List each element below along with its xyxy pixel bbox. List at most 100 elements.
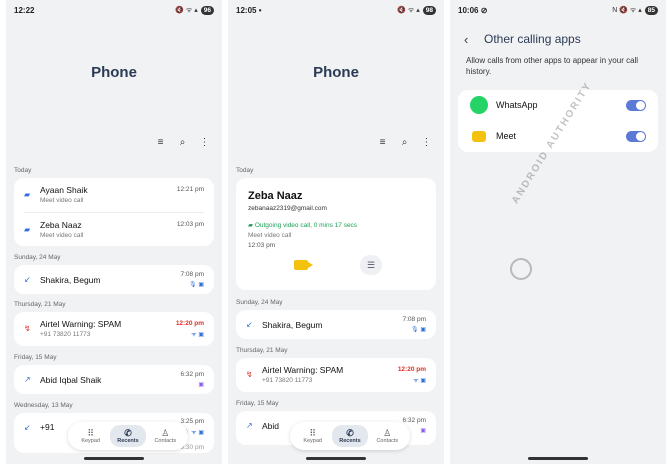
nav-label: Contacts (154, 438, 177, 444)
status-icons: 🔇 ᯤ ▴ 96 (175, 6, 214, 15)
app-name: WhatsApp (496, 100, 538, 110)
status-bar: 12:05 • 🔇 ᯤ ▴ 98 (236, 6, 436, 18)
call-time: 12:21 pm (176, 186, 204, 193)
watermark-logo-icon (510, 258, 532, 280)
call-card: ↙ Shakira, Begum 7:08 pm 🎙 ▣ (14, 265, 214, 294)
call-time: 6:32 pm (180, 371, 205, 378)
sync-icon: ⊘ (480, 6, 488, 15)
incoming-call-icon: ↙ (246, 320, 253, 329)
search-icon[interactable]: ⌕ (177, 137, 188, 148)
nav-recents[interactable]: ✆ Recents (109, 425, 146, 447)
contact-name: Zeba Naaz (248, 190, 303, 202)
contacts-icon: ♙ (161, 428, 170, 438)
call-card: ↯ Airtel Warning: SPAM +91 73820 11773 1… (236, 358, 436, 392)
battery-badge: 85 (644, 6, 658, 15)
call-row[interactable]: ▰ Ayaan Shaik Meet video call 12:21 pm (14, 178, 214, 212)
nav-contacts[interactable]: ♙ Contacts (147, 425, 183, 447)
more-options-icon[interactable]: ⋮ (421, 137, 432, 148)
filter-icon[interactable]: ≡ (377, 137, 388, 148)
status-icons: 🔇 ᯤ ▴ 98 (397, 6, 436, 15)
meet-toggle[interactable] (626, 131, 646, 142)
caller-name: Airtel Warning: SPAM (40, 319, 122, 329)
outgoing-call-icon: ↗ (24, 375, 31, 384)
video-call-icon: ▰ (24, 225, 31, 234)
bottom-nav: ⠿ Keypad ✆ Recents ♙ Contacts (68, 422, 188, 450)
caller-name: Airtel Warning: SPAM (262, 365, 344, 375)
whatsapp-toggle[interactable] (626, 100, 646, 111)
status-time: 12:22 (14, 6, 35, 15)
contact-email: zebanaaz2319@gmail.com (248, 205, 327, 212)
call-detail-icons: 🎙 ▣ (411, 327, 426, 333)
meet-logo-icon (472, 131, 486, 142)
filter-icon[interactable]: ≡ (155, 137, 166, 148)
caller-name: Shakira, Begum (40, 275, 101, 285)
toolbar: ≡ ⌕ ⋮ (155, 137, 210, 148)
status-icons: N 🔇 ᯤ ▴ 85 (612, 6, 658, 15)
call-row[interactable]: ▰ Zeba Naaz Meet video call 12:03 pm (14, 213, 214, 247)
nav-label: Contacts (376, 438, 399, 444)
nav-keypad[interactable]: ⠿ Keypad (73, 425, 109, 447)
home-indicator[interactable] (306, 457, 366, 460)
call-detail-icons: ᯤ ▣ (413, 378, 426, 384)
section-header-sunday: Sunday, 24 May (14, 254, 61, 261)
toolbar: ≡ ⌕ ⋮ (377, 137, 432, 148)
section-header-friday: Friday, 15 May (14, 354, 57, 361)
nav-label: Recents (339, 438, 361, 444)
outgoing-video-icon: ▰ (248, 222, 255, 229)
call-detail-icons: ▣ (420, 428, 426, 434)
caller-name: Shakira, Begum (262, 320, 323, 330)
app-row-whatsapp[interactable]: WhatsApp (458, 90, 658, 121)
back-arrow-icon[interactable]: ‹ (464, 32, 468, 47)
call-type: Meet video call (40, 232, 84, 239)
call-row[interactable]: ↙ Shakira, Begum 7:08 pm 🎙 ▣ (14, 265, 214, 294)
whatsapp-logo-icon (470, 96, 488, 114)
nav-recents[interactable]: ✆ Recents (331, 425, 368, 447)
status-time: 10:06 ⊘ (458, 6, 488, 15)
call-type: Meet video call (40, 197, 84, 204)
call-row[interactable]: ↯ Airtel Warning: SPAM +91 73820 11773 1… (236, 358, 436, 392)
call-row[interactable]: ↙ Shakira, Begum 7:08 pm 🎙 ▣ (236, 310, 436, 339)
search-icon[interactable]: ⌕ (399, 137, 410, 148)
nav-contacts[interactable]: ♙ Contacts (369, 425, 405, 447)
page-title: Phone (313, 64, 359, 81)
keypad-icon: ⠿ (87, 428, 94, 438)
call-card: ↗ Abid Iqbal Shaik 6:32 pm ▣ (14, 365, 214, 394)
nav-keypad[interactable]: ⠿ Keypad (295, 425, 331, 447)
nav-label: Keypad (303, 438, 322, 444)
expanded-call-card[interactable]: Zeba Naaz zebanaaz2319@gmail.com ▰ Outgo… (236, 178, 436, 290)
status-bar: 10:06 ⊘ N 🔇 ᯤ ▴ 85 (458, 6, 658, 18)
call-row[interactable]: ↯ Airtel Warning: SPAM +91 73820 11773 1… (14, 312, 214, 346)
caller-number: +91 73820 11773 (262, 377, 313, 384)
home-indicator[interactable] (84, 457, 144, 460)
missed-call-icon: ↯ (24, 324, 31, 333)
bottom-nav: ⠿ Keypad ✆ Recents ♙ Contacts (290, 422, 410, 450)
video-call-button-icon[interactable] (294, 260, 313, 270)
call-card: ↯ Airtel Warning: SPAM +91 73820 11773 1… (14, 312, 214, 346)
more-options-icon[interactable]: ⋮ (199, 137, 210, 148)
status-time: 12:05 • (236, 6, 262, 15)
call-time: 7:08 pm (402, 316, 427, 323)
other-calling-apps-screen: 10:06 ⊘ N 🔇 ᯤ ▴ 85 ‹ Other calling apps … (450, 0, 666, 464)
details-list-icon[interactable]: ☰ (360, 255, 382, 275)
section-header-sunday: Sunday, 24 May (236, 299, 283, 306)
battery-badge: 98 (422, 6, 436, 15)
section-header-thursday: Thursday, 21 May (14, 301, 66, 308)
section-header-wednesday: Wednesday, 13 May (14, 402, 73, 409)
call-time: 12:03 pm (248, 242, 276, 249)
call-detail-icons: 🎙 ▣ (189, 282, 204, 288)
home-indicator[interactable] (528, 457, 588, 460)
call-time: 7:08 pm (180, 271, 205, 278)
keypad-icon: ⠿ (309, 428, 316, 438)
caller-name: Abid Iqbal Shaik (40, 375, 102, 385)
caller-name: Zeba Naaz (40, 220, 82, 230)
call-time: 12:20 pm (397, 366, 426, 373)
nav-label: Keypad (81, 438, 100, 444)
call-row[interactable]: ↗ Abid Iqbal Shaik 6:32 pm ▣ (14, 365, 214, 394)
call-time: 6:32 pm (402, 417, 427, 424)
caller-name: Ayaan Shaik (40, 185, 88, 195)
section-header-friday: Friday, 15 May (236, 400, 279, 407)
call-detail-icons: ▣ (198, 382, 204, 388)
call-card: ↙ Shakira, Begum 7:08 pm 🎙 ▣ (236, 310, 436, 339)
app-name: Meet (496, 131, 517, 141)
caller-number: +91 73820 11773 (40, 331, 91, 338)
